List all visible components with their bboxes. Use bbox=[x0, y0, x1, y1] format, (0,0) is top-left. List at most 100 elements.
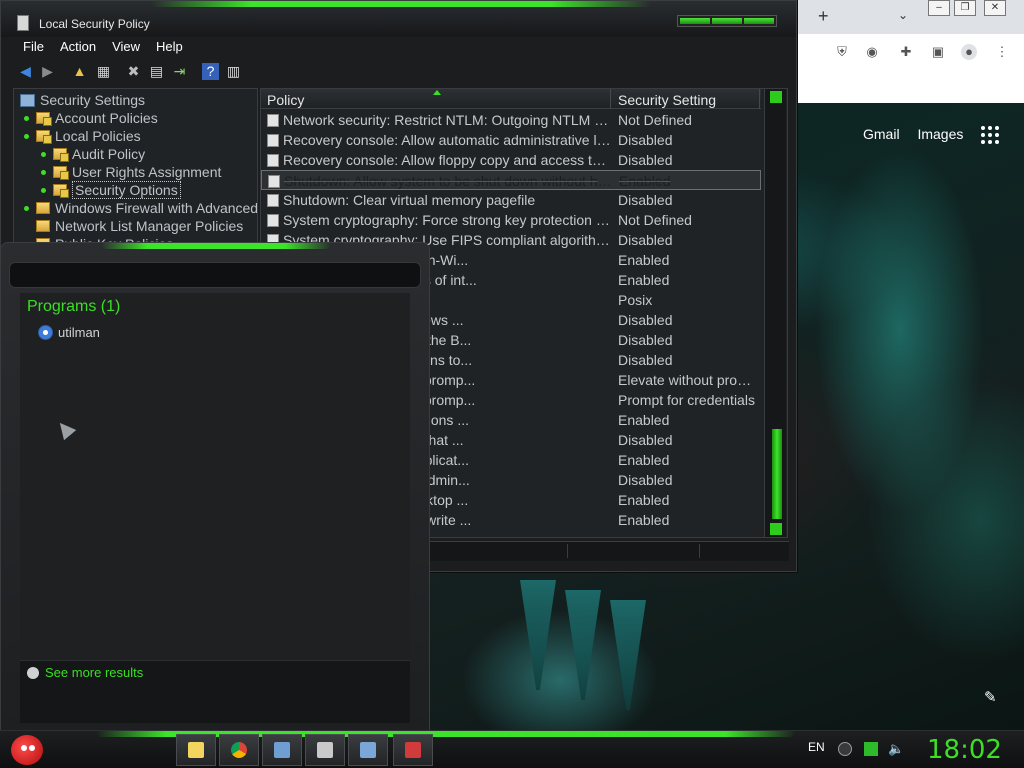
policy-icon bbox=[267, 153, 279, 167]
profile-avatar-icon[interactable]: ● bbox=[961, 44, 977, 60]
see-more-results-link[interactable]: See more results bbox=[27, 665, 143, 680]
browser-toolbar: ⛨ ◉ ✚ ▣ ● ⋮ bbox=[796, 34, 1024, 70]
network-status-icon[interactable] bbox=[864, 742, 878, 756]
tree-expand-bullet[interactable] bbox=[41, 169, 46, 175]
policy-icon bbox=[267, 213, 279, 227]
customize-pencil-icon[interactable]: ✎ bbox=[984, 688, 997, 706]
tree-item-account-policies[interactable]: Account Policies bbox=[24, 109, 158, 127]
language-indicator[interactable]: EN bbox=[808, 740, 825, 754]
close-button[interactable] bbox=[744, 18, 774, 24]
tree-expand-bullet[interactable] bbox=[41, 151, 46, 157]
task-manager-icon bbox=[405, 742, 421, 758]
security-setting-cell: Prompt for credentials bbox=[618, 392, 755, 408]
gmail-link[interactable]: Gmail bbox=[863, 126, 900, 142]
program-result-utilman[interactable]: utilman bbox=[38, 325, 100, 340]
browser-chrome: + ⌄ – ❐ ✕ ⛨ ◉ ✚ ▣ ● ⋮ bbox=[796, 0, 1024, 103]
menu-file[interactable]: File bbox=[23, 37, 44, 57]
tree-item-label: Security Settings bbox=[40, 92, 146, 108]
tree-expand-bullet[interactable] bbox=[24, 205, 29, 211]
menu-action[interactable]: Action bbox=[60, 37, 96, 57]
start-search-input[interactable] bbox=[9, 262, 421, 288]
tree-item-windows-firewall[interactable]: Windows Firewall with Advanced S bbox=[24, 199, 257, 217]
taskbar-security-policy-button[interactable] bbox=[305, 734, 345, 766]
images-link[interactable]: Images bbox=[917, 126, 963, 142]
policy-cell: Shutdown: Allow system to be shut down w… bbox=[268, 171, 612, 191]
titlebar-glow bbox=[151, 1, 651, 7]
maximize-button[interactable] bbox=[712, 18, 742, 24]
tree-item-network-list-manager[interactable]: Network List Manager Policies bbox=[24, 217, 243, 235]
see-more-label: See more results bbox=[45, 665, 144, 680]
security-setting-cell: Enabled bbox=[618, 412, 670, 428]
security-setting-cell: Enabled bbox=[619, 173, 671, 189]
start-button-angry-bird-icon[interactable] bbox=[6, 731, 46, 768]
tree-item-local-policies[interactable]: Local Policies bbox=[24, 127, 141, 145]
taskbar-task-manager-button[interactable] bbox=[393, 734, 433, 766]
chrome-icon bbox=[231, 742, 247, 758]
tree-expand-bullet[interactable] bbox=[24, 133, 29, 139]
up-folder-icon[interactable]: ▲ bbox=[71, 63, 88, 80]
tree-expand-bullet[interactable] bbox=[24, 115, 29, 121]
window-titlebar[interactable]: Local Security Policy bbox=[1, 1, 796, 37]
table-row[interactable]: Shutdown: Allow system to be shut down w… bbox=[261, 170, 761, 190]
show-action-pane-icon[interactable]: ▥ bbox=[225, 63, 242, 80]
column-header-security-setting[interactable]: Security Setting bbox=[612, 89, 760, 109]
ublock-icon[interactable]: ⛨ bbox=[834, 44, 850, 60]
puzzle-icon[interactable]: ✚ bbox=[898, 44, 914, 60]
new-tab-icon[interactable]: + bbox=[818, 6, 829, 27]
forward-arrow-icon[interactable]: ▶ bbox=[39, 63, 56, 80]
google-header-links: Gmail Images bbox=[863, 126, 977, 142]
scroll-thumb[interactable] bbox=[772, 429, 782, 519]
sidepanel-icon[interactable]: ▣ bbox=[930, 44, 946, 60]
table-row[interactable]: Network security: Restrict NTLM: Outgoin… bbox=[261, 110, 761, 130]
google-apps-icon[interactable] bbox=[981, 126, 999, 144]
clock[interactable]: 18:02 bbox=[927, 735, 1002, 765]
show-hide-tree-icon[interactable]: ▦ bbox=[95, 63, 112, 80]
more-menu-icon[interactable]: ⋮ bbox=[994, 44, 1010, 60]
help-icon[interactable]: ? bbox=[202, 63, 219, 80]
security-setting-cell: Disabled bbox=[618, 472, 673, 488]
minimize-button[interactable] bbox=[680, 18, 710, 24]
vertical-scrollbar[interactable] bbox=[764, 89, 786, 537]
tree-item-security-options[interactable]: Security Options bbox=[41, 181, 181, 199]
tree-item-audit-policy[interactable]: Audit Policy bbox=[41, 145, 145, 163]
extension-icon[interactable]: ◉ bbox=[864, 44, 880, 60]
taskbar-network2-button[interactable] bbox=[348, 734, 388, 766]
scroll-up-button[interactable] bbox=[770, 91, 782, 103]
table-row[interactable]: System cryptography: Force strong key pr… bbox=[261, 210, 761, 230]
policy-icon bbox=[267, 133, 279, 147]
policy-name: Recovery console: Allow automatic admini… bbox=[283, 132, 611, 148]
menu-view[interactable]: View bbox=[112, 37, 140, 57]
tree-item-user-rights-assignment[interactable]: User Rights Assignment bbox=[41, 163, 221, 181]
policy-cell: Recovery console: Allow automatic admini… bbox=[267, 130, 611, 150]
security-setting-cell: Enabled bbox=[618, 452, 670, 468]
table-row[interactable]: Recovery console: Allow automatic admini… bbox=[261, 130, 761, 150]
back-arrow-icon[interactable]: ◀ bbox=[17, 63, 34, 80]
restore-icon[interactable]: ❐ bbox=[954, 0, 976, 16]
minimize-icon[interactable]: – bbox=[928, 0, 950, 16]
properties-icon[interactable]: ▤ bbox=[148, 63, 165, 80]
program-label: utilman bbox=[58, 325, 100, 340]
tree-item-label: User Rights Assignment bbox=[72, 164, 222, 180]
table-row[interactable]: Recovery console: Allow floppy copy and … bbox=[261, 150, 761, 170]
folder-icon bbox=[188, 742, 204, 758]
delete-icon[interactable]: ✖ bbox=[125, 63, 142, 80]
wallpaper-shape bbox=[565, 590, 601, 700]
scroll-down-button[interactable] bbox=[770, 523, 782, 535]
table-row[interactable]: Shutdown: Clear virtual memory pagefile D… bbox=[261, 190, 761, 210]
mouse-cursor-icon bbox=[53, 417, 77, 441]
start-menu-panel: Programs (1) utilman See more results bbox=[0, 242, 430, 732]
taskbar-chrome-button[interactable] bbox=[219, 734, 259, 766]
policy-name: System cryptography: Force strong key pr… bbox=[283, 212, 611, 228]
action-center-icon[interactable] bbox=[838, 742, 852, 756]
security-setting-cell: Disabled bbox=[618, 432, 673, 448]
taskbar-explorer-button[interactable] bbox=[176, 734, 216, 766]
tree-item-label: Local Policies bbox=[55, 128, 141, 144]
volume-icon[interactable]: 🔈 bbox=[888, 742, 904, 756]
tree-expand-bullet[interactable] bbox=[41, 187, 46, 193]
taskbar-network-button[interactable] bbox=[262, 734, 302, 766]
tree-item-security-settings[interactable]: Security Settings bbox=[20, 91, 145, 109]
tab-search-chevron-icon[interactable]: ⌄ bbox=[898, 8, 908, 22]
close-icon[interactable]: ✕ bbox=[984, 0, 1006, 16]
export-list-icon[interactable]: ⇥ bbox=[171, 63, 188, 80]
menu-help[interactable]: Help bbox=[156, 37, 183, 57]
